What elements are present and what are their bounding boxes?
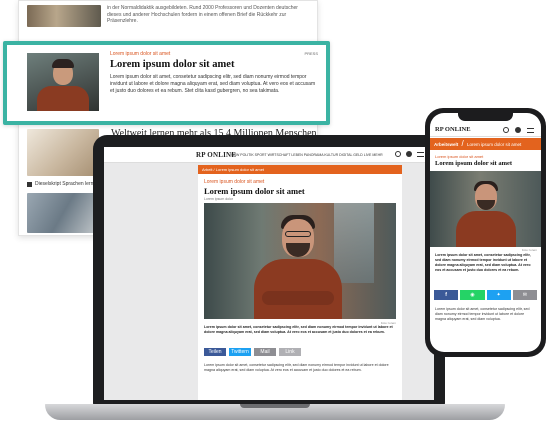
phone-hero-body	[456, 211, 516, 247]
laptop-article: Arbeit / Lorem ipsum dolor sit amet Lore…	[198, 165, 402, 400]
article-kicker: Lorem ipsum dolor sit amet	[204, 179, 265, 185]
phone-share-bar: f ◉ ✦ ✉	[434, 290, 537, 300]
person-body	[37, 86, 89, 111]
highlighted-teaser[interactable]: Lorem ipsum dolor sit amet PRESS Lorem i…	[3, 41, 330, 125]
phone-kicker: Lorem ipsum dolor sit amet	[435, 154, 484, 159]
menu-icon[interactable]	[417, 152, 424, 157]
laptop-trackpad-notch	[240, 404, 310, 408]
office-thumbnail	[27, 193, 99, 233]
phone-share-whatsapp-button[interactable]: ◉	[460, 290, 485, 300]
phone-lead: Lorem ipsum dolor sit amet, consetetur s…	[435, 253, 531, 272]
share-bar: Teilen Twittern Mail Link	[204, 348, 301, 356]
phone-image-credit: Foto: lorem	[521, 248, 537, 252]
phone-hero-image	[430, 171, 541, 247]
hands-thumbnail	[27, 129, 99, 176]
phone-header: RP ONLINE	[430, 123, 541, 137]
hero-person-arms	[262, 291, 334, 305]
share-twitter-button[interactable]: Twittern	[229, 348, 251, 356]
article-hero-image	[204, 203, 396, 319]
person-hair	[52, 59, 74, 68]
phone-title: Lorem ipsum dolor sit amet	[435, 160, 513, 167]
phone-share-facebook-button[interactable]: f	[434, 290, 459, 300]
laptop-screen: RP ONLINE NRW POLITIK SPORT WIRTSCHAFT L…	[104, 147, 434, 400]
intro-text: in der Normaldidaktik ausgebildeten. Run…	[107, 5, 298, 24]
share-mail-button[interactable]: Mail	[254, 348, 276, 356]
hero-person-body	[254, 259, 342, 319]
teaser-badge: PRESS	[304, 51, 318, 56]
share-link-button[interactable]: Link	[279, 348, 301, 356]
phone-notch	[458, 113, 513, 121]
phone-crumb-section: Arbeitswelt	[434, 142, 459, 147]
user-icon[interactable]	[406, 151, 412, 157]
teaser-image	[27, 53, 99, 111]
article-byline: Lorem ipsum dolor	[204, 197, 233, 201]
top-thumbnail	[27, 5, 101, 27]
facebook-icon: f	[445, 292, 447, 298]
article-lead: Lorem ipsum dolor sit amet, consetetur s…	[204, 325, 393, 334]
breadcrumb-bar[interactable]: Arbeit / Lorem ipsum dolor sit amet	[198, 165, 402, 174]
article-title: Lorem ipsum dolor sit amet	[204, 186, 305, 196]
article-body: Lorem ipsum dolor sit amet, consetetur s…	[204, 363, 389, 372]
teaser-kicker: Lorem ipsum dolor sit amet	[110, 51, 171, 57]
phone-search-icon[interactable]	[503, 127, 509, 133]
search-icon[interactable]	[395, 151, 401, 157]
caption-row: Dieselskript Sprachen lernen	[27, 181, 99, 187]
teaser-title[interactable]: Lorem ipsum dolor sit amet	[110, 59, 234, 70]
checkbox-icon	[27, 181, 32, 187]
phone-share-mail-button[interactable]: ✉	[512, 290, 537, 300]
main-menu[interactable]: NRW POLITIK SPORT WIRTSCHAFT LEBEN PANOR…	[231, 153, 383, 157]
teaser-text: Lorem ipsum dolor sit amet, consetetur s…	[110, 74, 316, 94]
share-facebook-button[interactable]: Teilen	[204, 348, 226, 356]
phone-breadcrumb-bar[interactable]: Arbeitswelt / Lorem ipsum dolor sit amet	[430, 138, 541, 150]
phone-screen: RP ONLINE Arbeitswelt / Lorem ipsum dolo…	[430, 113, 541, 352]
whatsapp-icon: ◉	[470, 292, 475, 298]
phone-crumb-slash: /	[461, 139, 464, 148]
caption-text: Dieselskript Sprachen lernen	[35, 181, 99, 187]
phone-share-twitter-button[interactable]: ✦	[486, 290, 511, 300]
phone-user-icon[interactable]	[515, 127, 521, 133]
mail-icon: ✉	[522, 292, 527, 298]
phone-menu-icon[interactable]	[527, 128, 534, 133]
twitter-icon: ✦	[496, 292, 501, 298]
hero-person-glasses	[285, 231, 311, 237]
phone-crumb-text: Lorem ipsum dolor sit amet	[467, 142, 522, 147]
hero-window	[334, 203, 374, 283]
laptop-navbar: RP ONLINE NRW POLITIK SPORT WIRTSCHAFT L…	[104, 147, 434, 163]
phone-logo[interactable]: RP ONLINE	[435, 126, 471, 133]
phone-body: Lorem ipsum dolor sit amet, consetetur s…	[435, 307, 530, 321]
